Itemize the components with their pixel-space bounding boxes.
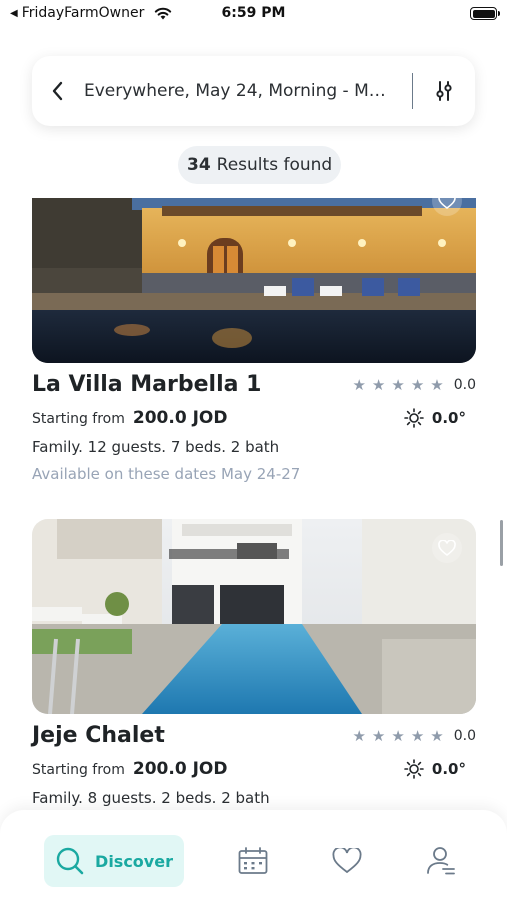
temperature: 0.0° (431, 409, 466, 427)
back-button[interactable] (32, 56, 84, 126)
search-icon (56, 847, 84, 875)
star-icon: ★ (430, 727, 444, 745)
star-icon: ★ (371, 376, 386, 394)
star-icon: ★ (410, 727, 425, 745)
weather: 0.0° (404, 759, 466, 779)
nav-discover[interactable]: Discover (44, 835, 184, 887)
heart-icon (438, 540, 456, 556)
listing-title[interactable]: Jeje Chalet (32, 723, 165, 748)
chevron-left-icon (52, 81, 63, 101)
listing-photo[interactable] (32, 519, 476, 714)
listing-card[interactable]: La Villa Marbella 1 ★ ★ ★ ★ ★ 0.0 Starti… (32, 198, 476, 483)
heart-icon (438, 198, 456, 209)
star-icon: ★ (371, 727, 386, 745)
status-time: 6:59 PM (221, 5, 286, 21)
star-icon: ★ (391, 376, 405, 394)
search-summary[interactable]: Everywhere, May 24, Morning - May 2... (84, 81, 412, 101)
nav-calendar[interactable] (236, 846, 270, 876)
nav-discover-label: Discover (95, 851, 173, 871)
rating-stars: ★ ★ ★ ★ ★ 0.0 (352, 727, 476, 745)
favorite-button[interactable] (432, 533, 462, 563)
star-icon: ★ (352, 376, 366, 394)
price-row: Starting from 200.0 JOD (32, 759, 227, 779)
scrollbar[interactable] (500, 520, 503, 566)
heart-icon (332, 848, 362, 874)
price-row: Starting from 200.0 JOD (32, 408, 227, 428)
star-icon: ★ (352, 727, 366, 745)
listing-title[interactable]: La Villa Marbella 1 (32, 372, 261, 397)
calendar-icon (238, 847, 268, 874)
availability: Available on these dates May 24-27 (32, 465, 301, 483)
price-label: Starting from (32, 762, 125, 778)
star-icon: ★ (410, 376, 425, 394)
listing-photo[interactable] (32, 198, 476, 363)
star-icon: ★ (391, 727, 405, 745)
rating-stars: ★ ★ ★ ★ ★ 0.0 (352, 376, 476, 394)
results-count: 34 (187, 155, 211, 175)
results-badge: 34 Results found (178, 146, 342, 184)
price-value: 200.0 JOD (132, 408, 228, 428)
bottom-nav: Discover (0, 810, 507, 900)
weather: 0.0° (404, 408, 466, 428)
filter-button[interactable] (413, 56, 475, 126)
rating-value: 0.0 (453, 377, 476, 393)
sun-icon (404, 408, 424, 428)
rating-value: 0.0 (453, 728, 476, 744)
temperature: 0.0° (431, 760, 466, 778)
price-label: Starting from (32, 411, 125, 427)
chalet-pool-photo (32, 519, 476, 714)
profile-icon (427, 847, 455, 875)
nav-favorites[interactable] (330, 846, 364, 876)
star-icon: ★ (430, 376, 444, 394)
listing-details: Family. 12 guests. 7 beds. 2 bath (32, 438, 280, 456)
villa-night-photo (32, 198, 476, 363)
listing-list[interactable]: La Villa Marbella 1 ★ ★ ★ ★ ★ 0.0 Starti… (0, 198, 507, 810)
listing-details: Family. 8 guests. 2 beds. 2 bath (32, 789, 270, 807)
listing-card[interactable]: Jeje Chalet ★ ★ ★ ★ ★ 0.0 Starting from … (32, 519, 476, 807)
search-bar[interactable]: Everywhere, May 24, Morning - May 2... (32, 56, 475, 126)
sun-icon (404, 759, 424, 779)
results-label: Results found (216, 155, 333, 175)
sliders-icon (436, 81, 452, 101)
battery-icon (470, 7, 500, 20)
nav-profile[interactable] (424, 846, 458, 876)
status-bar: ◀ FridayFarmOwner 6:59 PM (0, 0, 507, 28)
price-value: 200.0 JOD (132, 759, 228, 779)
